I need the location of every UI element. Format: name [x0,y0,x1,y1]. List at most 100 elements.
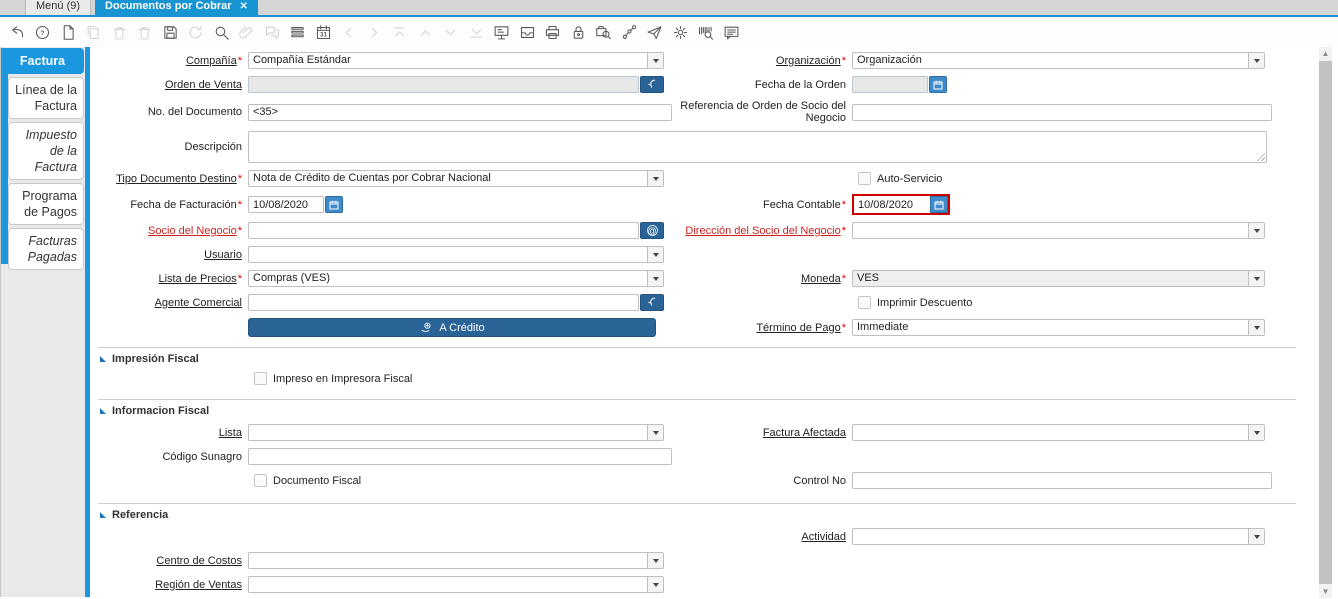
section-impresion-fiscal-header[interactable]: Impresión Fiscal [96,348,1312,372]
moneda-label: Moneda* [800,272,846,285]
chevron-down-icon[interactable] [1248,53,1264,68]
actividad-combobox[interactable] [852,528,1265,545]
chevron-down-icon[interactable] [647,271,663,286]
documento-fiscal-checkbox[interactable] [254,474,267,487]
lock-icon[interactable] [569,23,587,41]
termino-pago-combobox[interactable]: Immediate [852,319,1265,336]
undo-icon[interactable] [8,23,26,41]
calendar-icon[interactable] [930,196,948,213]
lista-combobox[interactable] [248,424,664,441]
chevron-down-icon[interactable] [647,171,663,186]
chevron-down-icon[interactable] [1248,529,1264,544]
tab-documentos-por-cobrar[interactable]: Documentos por Cobrar ✕ [95,0,258,15]
fecha-contable-input[interactable] [854,196,930,213]
archive-icon[interactable] [518,23,536,41]
calendar-icon[interactable] [929,76,947,93]
close-tab-icon[interactable]: ✕ [240,0,248,13]
scrollbar-thumb[interactable] [1319,61,1332,584]
chevron-down-icon[interactable] [647,553,663,568]
sidebar-item-impuesto-factura[interactable]: Impuesto de la Factura [8,122,84,180]
find-icon[interactable] [212,23,230,41]
no-documento-label: No. del Documento [147,106,242,118]
auto-servicio-checkbox[interactable] [858,172,871,185]
direccion-socio-value [853,223,1248,238]
comments-icon[interactable] [722,23,740,41]
no-documento-input[interactable] [248,103,672,121]
scroll-up-icon[interactable]: ▲ [1319,47,1332,60]
moneda-combobox[interactable]: VES [852,270,1265,287]
impreso-impresora-fiscal-checkbox[interactable] [254,372,267,385]
centro-costos-combobox[interactable] [248,552,664,569]
form-row: No. del Documento Referencia de Orden de… [96,100,1312,124]
sidebar-item-linea-factura[interactable]: Línea de la Factura [8,77,84,119]
auto-servicio-label: Auto-Servicio [877,172,943,185]
section-informacion-fiscal-header[interactable]: Informacion Fiscal [96,400,1312,424]
scroll-down-icon[interactable]: ▼ [1319,585,1332,598]
codigo-sunagro-input[interactable] [248,448,672,465]
collapse-triangle-icon[interactable] [100,356,106,362]
chevron-down-icon[interactable] [647,425,663,440]
sidebar-item-facturas-pagadas[interactable]: Facturas Pagadas [8,228,84,270]
socio-negocio-input[interactable] [248,222,639,239]
descripcion-textarea[interactable] [248,131,1267,163]
sidebar-item-programa-pagos[interactable]: Programa de Pagos [8,183,84,225]
form-row: Lista de Precios* Compras (VES) Moneda* … [96,270,1312,287]
grid-toggle-icon[interactable] [289,23,307,41]
orden-venta-input[interactable] [248,76,639,93]
parent-record-icon [340,23,358,41]
chevron-down-icon[interactable] [647,577,663,592]
chevron-down-icon[interactable] [1248,223,1264,238]
print-icon[interactable] [544,23,562,41]
chevron-down-icon[interactable] [1248,271,1264,286]
chevron-down-icon[interactable] [1248,425,1264,440]
sidebar-item-factura[interactable]: Factura [1,48,84,74]
collapse-triangle-icon[interactable] [100,408,106,414]
help-icon[interactable]: ? [34,23,52,41]
chevron-down-icon[interactable] [1248,320,1264,335]
lista-precios-combobox[interactable]: Compras (VES) [248,270,664,287]
workflow-icon[interactable] [620,23,638,41]
calendar-icon[interactable]: 31 [314,23,332,41]
chevron-down-icon[interactable] [647,53,663,68]
agente-comercial-search-button[interactable] [640,294,664,311]
imprimir-descuento-checkbox[interactable] [858,296,871,309]
control-no-input[interactable] [852,472,1272,489]
a-credito-button[interactable]: A Crédito [248,318,656,337]
section-referencia-header[interactable]: Referencia [96,504,1312,528]
organizacion-combobox[interactable]: Organización [852,52,1265,69]
first-record-icon [391,23,409,41]
chevron-down-icon[interactable] [647,247,663,262]
factura-afectada-combobox[interactable] [852,424,1265,441]
socio-negocio-contact-button[interactable]: @ [640,222,664,239]
send-mail-icon[interactable] [646,23,664,41]
actividad-value [853,529,1248,544]
tipo-doc-destino-label: Tipo Documento Destino* [116,172,242,185]
region-ventas-combobox[interactable] [248,576,664,593]
ref-orden-socio-input[interactable] [852,103,1272,121]
vertical-scrollbar[interactable]: ▲ ▼ [1319,47,1332,598]
agente-comercial-input[interactable] [248,294,639,311]
zoom-across-icon[interactable] [595,23,613,41]
tab-menu[interactable]: Menú (9) [25,0,92,15]
fecha-orden-input[interactable] [852,76,928,93]
product-info-icon[interactable] [697,23,715,41]
save-icon[interactable] [161,23,179,41]
fecha-contable-focused-field [852,194,950,215]
compania-combobox[interactable]: Compañía Estándar [248,52,664,69]
previous-record-icon [416,23,434,41]
orden-venta-search-button[interactable] [640,76,664,93]
new-record-icon[interactable] [59,23,77,41]
next-record-icon [442,23,460,41]
lista-precios-value: Compras (VES) [253,272,331,284]
fecha-facturacion-input[interactable] [248,196,324,213]
tipo-doc-destino-combobox[interactable]: Nota de Crédito de Cuentas por Cobrar Na… [248,170,664,187]
report-icon[interactable] [493,23,511,41]
sidebar-tabs: Factura Línea de la Factura Impuesto de … [1,47,90,270]
calendar-icon[interactable] [325,196,343,213]
preferences-icon[interactable] [671,23,689,41]
fecha-facturacion-label: Fecha de Facturación* [130,198,242,211]
direccion-socio-combobox[interactable] [852,222,1265,239]
usuario-combobox[interactable] [248,246,664,263]
collapse-triangle-icon[interactable] [100,512,106,518]
form-panel: Compañía* Compañía Estándar Organización… [90,47,1338,598]
